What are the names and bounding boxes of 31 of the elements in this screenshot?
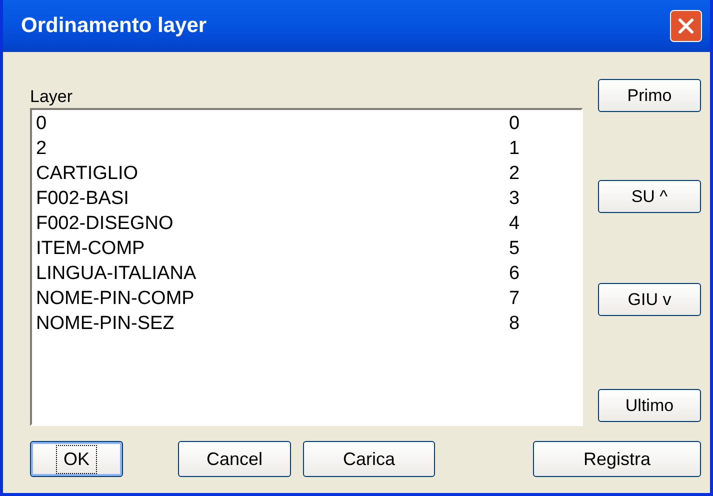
layer-order: 3 (509, 187, 520, 212)
layer-order: 8 (509, 312, 520, 336)
side-button[interactable]: Primo (598, 79, 701, 112)
side-button[interactable]: GIU v (598, 283, 701, 316)
layer-name: F002-DISEGNO (36, 212, 174, 236)
layer-order: 7 (509, 287, 520, 312)
layer-name: 0 (36, 112, 48, 136)
layer-name: ITEM-COMP (36, 237, 146, 262)
layer-order: 2 (509, 162, 520, 186)
dialog-button[interactable]: Carica (303, 441, 435, 477)
layer-name: NOME-PIN-COMP (36, 287, 196, 312)
layer-name: NOME-PIN-SEZ (36, 312, 176, 336)
close-icon (677, 17, 695, 35)
layer-name: F002-BASI (36, 187, 130, 212)
dialog-button[interactable]: Registra (533, 441, 701, 477)
layer-order: 6 (509, 262, 520, 286)
layer-order: 0 (509, 112, 520, 136)
layer-name: CARTIGLIO (36, 162, 140, 186)
side-button[interactable]: SU ^ (598, 180, 701, 213)
side-button[interactable]: Ultimo (598, 389, 701, 422)
layer-order: 4 (509, 212, 520, 236)
layer-order: 5 (509, 237, 520, 262)
layer-name: 2 (36, 137, 48, 162)
window-title: Ordinamento layer (21, 13, 207, 40)
list-label: Layer (30, 86, 74, 108)
layer-list[interactable]: 0 0 2 1 CARTIGLIO 2 F002-BASI 3 F002-DISEGNO 4 ITEM-COMP 5 LINGUA-ITALIANA 6 NOME-PIN-COMP 7 NOME-PIN-SEZ 8 (30, 108, 583, 426)
layer-order: 1 (509, 137, 520, 162)
layer-name: LINGUA-ITALIANA (36, 262, 198, 286)
dialog-button[interactable]: OK (30, 441, 123, 477)
close-button[interactable] (670, 10, 702, 42)
dialog-button[interactable]: Cancel (178, 441, 291, 477)
